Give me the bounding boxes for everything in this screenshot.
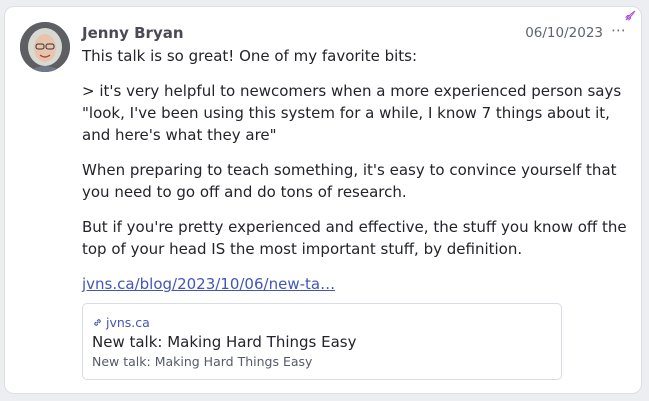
author-name[interactable]: Jenny Bryan — [82, 24, 184, 42]
avatar[interactable] — [20, 22, 70, 72]
more-icon[interactable]: ⋯ — [611, 21, 627, 39]
post-quote: > it's very helpful to newcomers when a … — [82, 82, 622, 144]
post-date[interactable]: 06/10/2023 — [525, 25, 603, 41]
post-paragraph: This talk is so great! One of my favorit… — [82, 47, 418, 65]
post-paragraph: But if you're pretty experienced and eff… — [82, 218, 627, 258]
preview-domain: jvns.ca — [92, 315, 150, 330]
post-content: This talk is so great! One of my favorit… — [82, 45, 634, 295]
preview-description: New talk: Making Hard Things Easy — [92, 354, 313, 369]
link-icon — [94, 319, 101, 326]
post-link[interactable]: jvns.ca/blog/2023/10/06/new-ta… — [82, 273, 335, 295]
post-paragraph: When preparing to teach something, it's … — [82, 161, 617, 201]
post-card: Jenny Bryan 06/10/2023 ⋯ This talk is so… — [4, 6, 642, 394]
preview-domain-text: jvns.ca — [106, 315, 150, 330]
link-preview-card[interactable]: jvns.ca New talk: Making Hard Things Eas… — [82, 303, 562, 380]
preview-title: New talk: Making Hard Things Easy — [92, 333, 357, 351]
